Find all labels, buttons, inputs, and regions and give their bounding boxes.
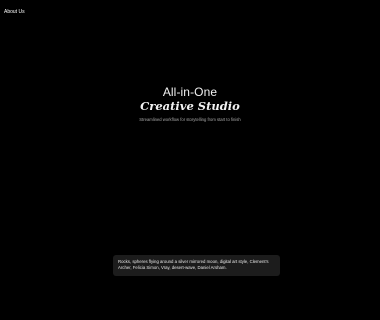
- hero-subtitle: Streamlined workflow for storytelling fr…: [139, 117, 241, 122]
- hero-heading: All-in-One Creative Studio: [0, 85, 380, 114]
- hero-title-line1: All-in-One: [162, 85, 218, 99]
- prompt-text: Rocks, spheres flying around a silver mi…: [118, 259, 269, 270]
- about-us-link[interactable]: About Us: [4, 9, 25, 15]
- hero-title-line2: Creative Studio: [140, 99, 240, 113]
- prompt-card[interactable]: Rocks, spheres flying around a silver mi…: [113, 255, 280, 276]
